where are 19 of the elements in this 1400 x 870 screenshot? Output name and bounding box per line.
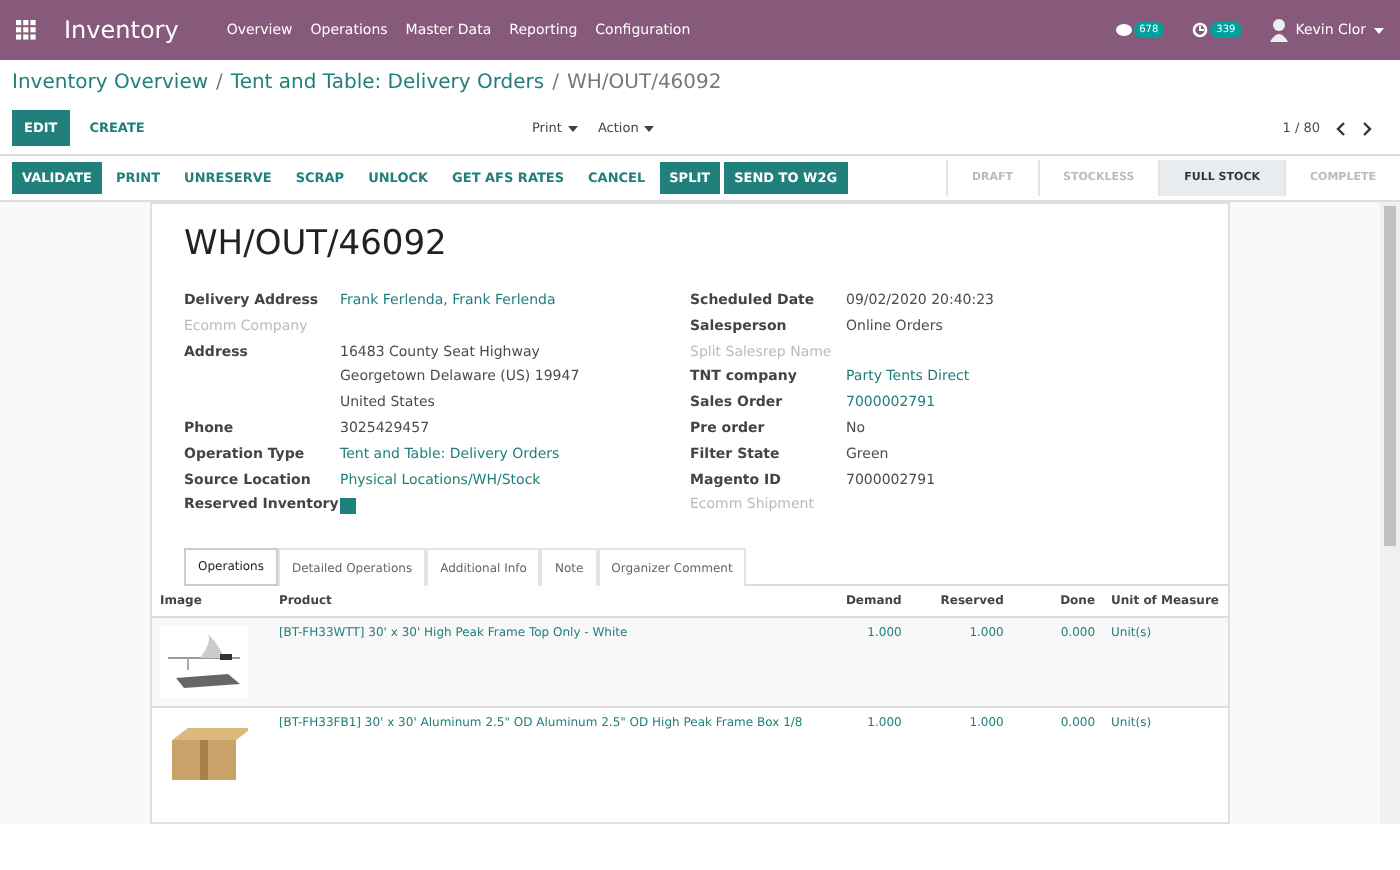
breadcrumb-separator: /	[552, 72, 559, 94]
checkbox[interactable]	[340, 498, 356, 515]
breadcrumb-separator: /	[216, 72, 223, 94]
breadcrumb-item[interactable]: WH/OUT/46092	[567, 72, 722, 94]
apps-grid-icon[interactable]	[16, 20, 36, 40]
app-title[interactable]: Inventory	[64, 16, 179, 44]
next-icon[interactable]	[1362, 121, 1372, 135]
scrollbar[interactable]	[1380, 202, 1400, 824]
avatar-icon[interactable]	[1269, 18, 1288, 42]
caret-icon[interactable]	[567, 125, 578, 131]
clock-icon[interactable]	[1192, 22, 1209, 38]
caret-icon[interactable]	[1374, 27, 1384, 33]
previous-icon[interactable]	[1336, 121, 1346, 135]
breadcrumb-item[interactable]: Tent and Table: Delivery Orders	[230, 72, 545, 94]
record-title: WH/OUT/46092	[182, 222, 449, 268]
chat-icon[interactable]	[1115, 23, 1132, 37]
scrollbar-thumb[interactable]	[1384, 206, 1396, 546]
caret-icon[interactable]	[644, 125, 655, 131]
breadcrumb-item[interactable]: Inventory Overview	[12, 72, 209, 94]
